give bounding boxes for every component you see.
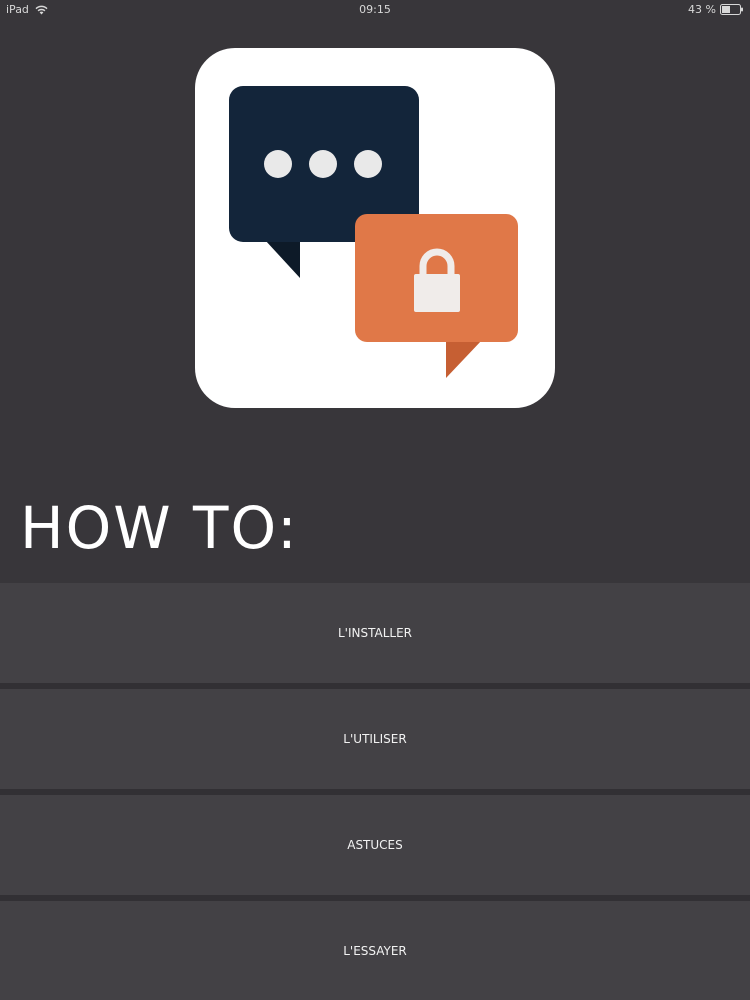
- secure-chat-lock-icon: [195, 48, 555, 408]
- status-time: 09:15: [359, 3, 391, 16]
- how-to-menu: L'INSTALLER L'UTILISER ASTUCES L'ESSAYER: [0, 583, 750, 1000]
- status-bar: iPad 09:15 43 %: [0, 0, 750, 20]
- use-button[interactable]: L'UTILISER: [0, 689, 750, 795]
- battery-icon: [720, 4, 744, 15]
- install-button[interactable]: L'INSTALLER: [0, 583, 750, 689]
- tips-button[interactable]: ASTUCES: [0, 795, 750, 901]
- battery-percentage: 43 %: [688, 3, 716, 16]
- app-screen: iPad 09:15 43 % HOW TO: L'INSTALLER L'UT…: [0, 0, 750, 1000]
- page-title: HOW TO:: [20, 494, 299, 562]
- status-right: 43 %: [688, 3, 744, 16]
- try-button[interactable]: L'ESSAYER: [0, 901, 750, 1000]
